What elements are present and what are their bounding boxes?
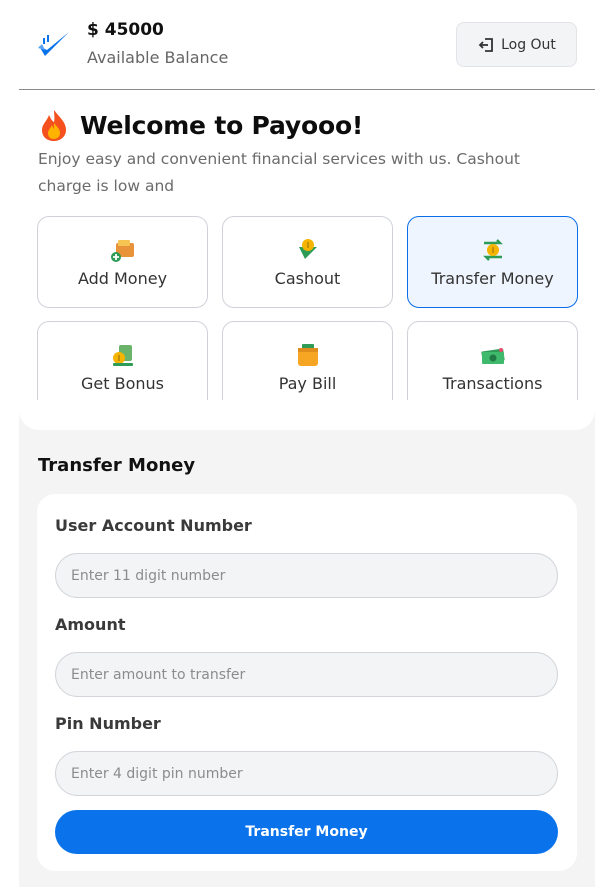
payooo-logo-icon <box>38 32 69 56</box>
transfer-coin-icon <box>482 238 503 261</box>
amount-input[interactable] <box>55 652 558 697</box>
pin-number-label: Pin Number <box>55 714 161 733</box>
service-tile-transfer-money[interactable]: Transfer Money <box>407 216 578 308</box>
header-bar: $ 45000 Available Balance Log Out <box>19 0 595 90</box>
logout-label: Log Out <box>501 36 556 53</box>
transfer-form-card: User Account Number Amount Pin Number Tr… <box>37 494 577 871</box>
welcome-heading: Welcome to Payooo! <box>38 108 363 142</box>
balance-amount: $ 45000 <box>87 20 164 40</box>
service-label: Transfer Money <box>431 268 554 288</box>
service-tile-cashout[interactable]: Cashout <box>222 216 393 308</box>
services-grid: Add Money Cashout Transfer Money Get Bon… <box>37 216 578 413</box>
logout-arrow-icon <box>478 37 493 52</box>
transfer-money-button[interactable]: Transfer Money <box>55 810 558 854</box>
logout-button[interactable]: Log Out <box>456 22 577 67</box>
panel-divider <box>19 400 595 430</box>
welcome-subtitle: Enjoy easy and convenient financial serv… <box>38 150 520 195</box>
service-label: Get Bonus <box>81 373 164 393</box>
service-label: Transactions <box>442 373 543 393</box>
service-tile-add-money[interactable]: Add Money <box>37 216 208 308</box>
fire-icon <box>42 110 66 141</box>
amount-label: Amount <box>55 615 126 634</box>
cash-stack-icon <box>480 347 505 364</box>
service-label: Cashout <box>274 268 341 288</box>
bonus-icon <box>112 344 133 366</box>
service-label: Add Money <box>77 268 168 288</box>
wallet-add-icon <box>110 239 134 262</box>
account-number-input[interactable] <box>55 553 558 598</box>
account-number-label: User Account Number <box>55 516 252 535</box>
bill-wallet-icon <box>297 343 318 366</box>
page-title: Welcome to Payooo! <box>80 110 364 140</box>
balance-label: Available Balance <box>87 48 229 67</box>
cashout-icon <box>298 238 317 259</box>
form-section-title: Transfer Money <box>38 455 196 476</box>
pin-number-input[interactable] <box>55 751 558 796</box>
service-label: Pay Bill <box>278 373 337 393</box>
